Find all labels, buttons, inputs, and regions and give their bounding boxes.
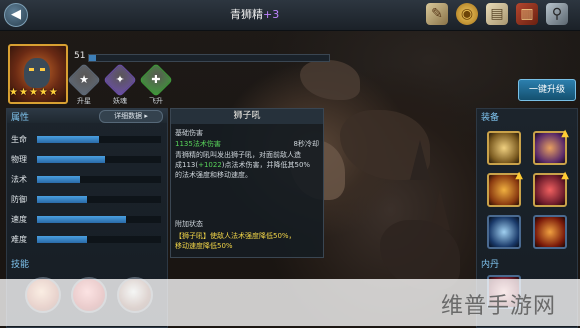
equipment-title: 装备 (481, 113, 500, 123)
attribute-label: 生命 (11, 135, 27, 144)
skills-title: 技能 (11, 260, 30, 270)
demon-soul-button[interactable]: ✦ 妖魂 (103, 63, 137, 106)
upgrade-arrow-icon: ▲ (561, 170, 569, 181)
back-button[interactable]: ◀ (4, 3, 28, 27)
hero-title: 青狮精+3 (230, 6, 279, 22)
skill-description-line-2: 成113(+1022)点法术伤害，并降低其50% (175, 161, 311, 169)
equipment-slot-6[interactable] (533, 215, 567, 249)
top-bar: ◀ 青狮精+3 ✎ ◉ ▤ ▥ ⚲ (0, 0, 580, 31)
damage-value: 1135法术伤害 (175, 140, 221, 148)
base-damage-label: 基础伤害 (175, 129, 203, 137)
status-line-1: 【狮子吼】使敌人法术强度降低50%， (175, 232, 296, 240)
equipment-slot-5[interactable] (487, 215, 521, 249)
skill-name: 狮子吼 (171, 109, 323, 124)
attribute-bar (37, 136, 161, 143)
top-menu-icons: ✎ ◉ ▤ ▥ ⚲ (426, 3, 568, 25)
hero-name: 青狮精 (230, 8, 263, 21)
hero-level: 51 (74, 51, 86, 61)
attribute-bar (37, 176, 161, 183)
back-arrow-icon: ◀ (11, 7, 21, 22)
attribute-label: 速度 (11, 215, 27, 224)
search-icon[interactable]: ⚲ (546, 3, 568, 25)
skill-detail-panel: 狮子吼 基础伤害 8秒冷却 1135法术伤害 青狮精的吼叫发出狮子吼，对面前敌人… (170, 108, 324, 258)
skill-description-line-1: 青狮精的吼叫发出狮子吼，对面前敌人造 (175, 151, 301, 159)
attribute-label: 防御 (11, 195, 27, 204)
attribute-bar (37, 236, 161, 243)
inner-core-title: 内丹 (481, 260, 500, 270)
equipment-slot-3[interactable]: ▲ (487, 170, 523, 207)
cooldown-text: 8秒冷却 (293, 140, 319, 148)
star-icon: ★ (18, 87, 28, 98)
level-progress-bar (88, 54, 330, 62)
ascend-button[interactable]: ✚ 飞升 (139, 63, 173, 106)
status-line-2: 移动速度降低50% (175, 242, 233, 250)
attribute-label: 法术 (11, 175, 27, 184)
attribute-bar (37, 156, 161, 163)
skill-description-line-3: 的法术强度和移动速度。 (175, 171, 252, 179)
hero-plus-level: +3 (263, 8, 280, 21)
attributes-title: 属性 (11, 113, 30, 123)
book-icon[interactable]: ▥ (516, 3, 538, 25)
attribute-bar (37, 216, 161, 223)
coin-icon[interactable]: ◉ (456, 3, 478, 25)
attribute-label: 物理 (11, 155, 27, 164)
attribute-label: 难度 (11, 235, 27, 244)
star-icon: ★ (48, 87, 58, 98)
equipment-slot-4[interactable]: ▲ (533, 170, 569, 207)
star-icon: ★ (9, 87, 18, 98)
equipment-slot-1[interactable] (487, 131, 521, 165)
detail-data-button[interactable]: 详细数据 ▸ (99, 110, 163, 123)
document-icon[interactable]: ▤ (486, 3, 508, 25)
star-icon: ★ (38, 87, 48, 98)
watermark-text: 维普手游网 (441, 294, 557, 319)
one-click-upgrade-button[interactable]: 一键升级 (518, 79, 576, 101)
scroll-icon[interactable]: ✎ (426, 3, 448, 25)
hero-star-rating: ★ ★ ★ ★ ★ (9, 87, 58, 98)
equipment-slot-2[interactable]: ▲ (533, 128, 569, 165)
upgrade-arrow-icon: ▲ (561, 128, 569, 139)
star-badge-icon: ★ (79, 73, 89, 86)
attribute-bar (37, 196, 161, 203)
star-icon: ★ (28, 87, 38, 98)
ascend-icon: ✚ (151, 73, 161, 86)
demon-soul-icon: ✦ (115, 73, 125, 86)
extra-status-label: 附加状态 (175, 220, 203, 228)
upgrade-arrow-icon: ▲ (515, 170, 523, 181)
star-up-button[interactable]: ★ 升星 (67, 63, 101, 106)
